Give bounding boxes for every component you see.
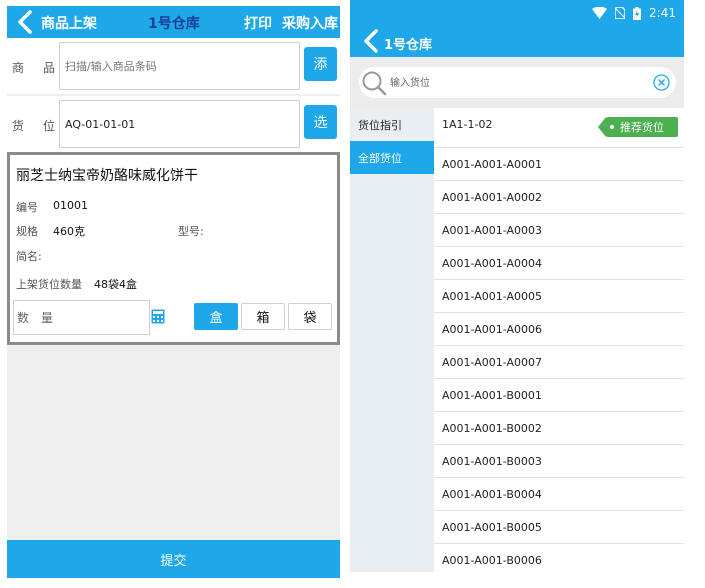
location-input[interactable]: [59, 100, 300, 148]
shelf-qty-label: 上架货位数量: [16, 278, 82, 291]
code-label: 编号: [16, 201, 38, 214]
model-label: 型号:: [178, 225, 204, 238]
back-arrow-icon[interactable]: [13, 9, 39, 35]
location-list: 1A1-1-02 推荐货位 A001-A001-A0001 A001-A001-A…: [434, 108, 684, 572]
recommend-badge[interactable]: 推荐货位: [598, 117, 678, 137]
location-code: A001-A001-A0006: [442, 323, 543, 336]
spec-value: 460克: [53, 225, 85, 238]
location-row[interactable]: A001-A001-B0005: [434, 511, 684, 544]
recommended-location-code: 1A1-1-02: [442, 118, 493, 131]
code-value: 01001: [53, 199, 88, 212]
location-field-row: 货 位 选: [7, 96, 340, 152]
location-row[interactable]: A001-A001-A0004: [434, 247, 684, 280]
recommended-location-row[interactable]: 1A1-1-02 推荐货位: [434, 108, 684, 148]
product-field-label-a: 商: [12, 61, 25, 75]
location-row[interactable]: A001-A001-B0006: [434, 544, 684, 572]
status-time: 2:41: [649, 6, 676, 20]
no-sim-icon: [615, 7, 626, 19]
location-row[interactable]: A001-A001-A0007: [434, 346, 684, 379]
shelf-qty-value: 48袋4盒: [94, 278, 137, 291]
shelving-screen: 商品上架 1号仓库 打印 采购入库 商 品 添 货 位 选 丽芝士纳宝帝奶酪味威…: [7, 6, 340, 578]
location-row[interactable]: A001-A001-A0002: [434, 181, 684, 214]
submit-button[interactable]: 提交: [7, 540, 340, 578]
location-code: A001-A001-A0002: [442, 191, 543, 204]
location-code: A001-A001-A0007: [442, 356, 543, 369]
purchase-in-button[interactable]: 采购入库: [282, 13, 338, 33]
location-code: A001-A001-B0005: [442, 521, 542, 534]
status-bar: 2:41: [592, 6, 676, 20]
location-code: A001-A001-A0003: [442, 224, 543, 237]
location-row[interactable]: A001-A001-B0003: [434, 445, 684, 478]
location-code: A001-A001-B0003: [442, 455, 542, 468]
unit-bag-button[interactable]: 袋: [288, 303, 332, 330]
location-field-label-b: 位: [43, 119, 56, 133]
location-row[interactable]: A001-A001-B0004: [434, 478, 684, 511]
product-card: 丽芝士纳宝帝奶酪味威化饼干 编号 01001 规格 460克 型号: 简名: 上…: [7, 152, 340, 345]
location-picker-header: 2:41 1号仓库: [350, 0, 684, 57]
location-row[interactable]: A001-A001-B0001: [434, 379, 684, 412]
location-search-input[interactable]: [390, 73, 650, 93]
location-code: A001-A001-A0004: [442, 257, 543, 270]
location-search-bar: [350, 57, 684, 108]
location-category-sidebar: 货位指引 全部货位: [350, 108, 434, 572]
add-product-button[interactable]: 添: [304, 47, 337, 81]
location-field-label-a: 货: [12, 119, 25, 133]
unit-case-button[interactable]: 箱: [241, 303, 285, 330]
location-row[interactable]: A001-A001-A0003: [434, 214, 684, 247]
battery-charging-icon: [633, 6, 642, 20]
product-field-row: 商 品 添: [7, 38, 340, 94]
location-code: A001-A001-A0001: [442, 158, 543, 171]
product-name: 丽芝士纳宝帝奶酪味威化饼干: [16, 168, 198, 184]
search-icon: [362, 71, 387, 96]
category-all-locations[interactable]: 全部货位: [350, 141, 434, 174]
category-location-guide[interactable]: 货位指引: [350, 108, 434, 141]
unit-box-button[interactable]: 盒: [194, 303, 238, 330]
barcode-input[interactable]: [59, 42, 300, 90]
location-code: A001-A001-B0002: [442, 422, 542, 435]
location-code: A001-A001-B0004: [442, 488, 542, 501]
clear-search-icon[interactable]: [653, 74, 670, 91]
location-code: A001-A001-B0001: [442, 389, 542, 402]
short-name-label: 简名:: [16, 250, 42, 263]
warehouse-title: 1号仓库: [384, 38, 433, 53]
warehouse-label[interactable]: 1号仓库: [148, 13, 200, 33]
page-title: 商品上架: [41, 16, 97, 32]
back-arrow-icon[interactable]: [362, 28, 380, 54]
calculator-icon[interactable]: [151, 309, 165, 324]
quantity-input[interactable]: [13, 300, 150, 335]
shelving-header: 商品上架 1号仓库 打印 采购入库: [7, 6, 340, 38]
select-location-button[interactable]: 选: [304, 105, 337, 139]
spec-label: 规格: [16, 225, 38, 238]
location-row[interactable]: A001-A001-A0006: [434, 313, 684, 346]
wifi-icon: [592, 7, 608, 19]
location-code: A001-A001-A0005: [442, 290, 543, 303]
location-picker-screen: 2:41 1号仓库 货位指引 全部货位 1A1-1-02 推荐货位: [350, 0, 684, 572]
print-button[interactable]: 打印: [244, 13, 272, 33]
location-search-box: [359, 67, 676, 98]
location-row[interactable]: A001-A001-A0005: [434, 280, 684, 313]
location-row[interactable]: A001-A001-A0001: [434, 148, 684, 181]
location-row[interactable]: A001-A001-B0002: [434, 412, 684, 445]
location-code: A001-A001-B0006: [442, 554, 542, 567]
product-field-label-b: 品: [43, 61, 56, 75]
